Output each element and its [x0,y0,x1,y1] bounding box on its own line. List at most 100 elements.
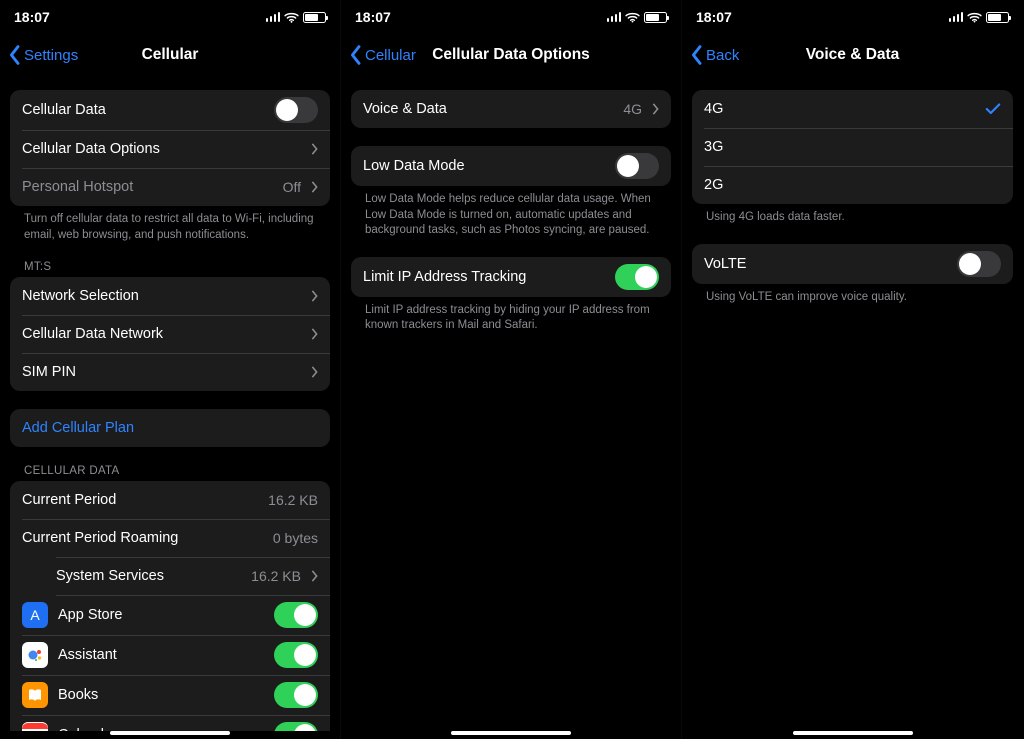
add-cellular-plan-button[interactable]: Add Cellular Plan [10,409,330,447]
chevron-right-icon [311,290,318,302]
label: 2G [704,177,1001,193]
nav-bar: Back Voice & Data [682,34,1023,76]
screenshot-cellular: 18:07 Settings Cellular Cellular Data [0,0,341,739]
status-bar: 18:07 [341,0,681,34]
chevron-right-icon [311,366,318,378]
footer-note: Turn off cellular data to restrict all d… [10,206,330,243]
chevron-right-icon [311,328,318,340]
row-app-calendar[interactable]: Calendar [10,715,330,731]
label: SIM PIN [22,364,301,380]
label: Current Period Roaming [22,530,263,546]
row-roaming[interactable]: Current Period Roaming 0 bytes [10,519,330,557]
row-personal-hotspot[interactable]: Personal Hotspot Off [10,168,330,206]
back-button[interactable]: Cellular [347,43,416,67]
row-limit-ip-tracking[interactable]: Limit IP Address Tracking [351,257,671,297]
toggle-books[interactable] [274,682,318,708]
books-icon [22,682,48,708]
row-app-assistant[interactable]: Assistant [10,635,330,675]
assistant-icon [22,642,48,668]
group-limit-ip: Limit IP Address Tracking [351,257,671,297]
status-right [266,12,327,23]
row-cellular-data-network[interactable]: Cellular Data Network [10,315,330,353]
label: Current Period [22,492,258,508]
group-low-data-mode: Low Data Mode [351,146,671,186]
group-cellular-main: Cellular Data Cellular Data Options Pers… [10,90,330,206]
screenshot-data-options: 18:07 Cellular Cellular Data Options Voi… [341,0,682,739]
row-app-books[interactable]: Books [10,675,330,715]
label: Low Data Mode [363,158,605,174]
row-4g[interactable]: 4G [692,90,1013,128]
calendar-icon [22,722,48,731]
group-data-usage: Current Period 16.2 KB Current Period Ro… [10,481,330,731]
chevron-right-icon [311,181,318,193]
chevron-right-icon [311,143,318,155]
row-low-data-mode[interactable]: Low Data Mode [351,146,671,186]
status-bar: 18:07 [0,0,340,34]
value: Off [283,179,301,195]
battery-icon [986,12,1009,23]
nav-bar: Settings Cellular [0,34,340,76]
scroll-content[interactable]: Cellular Data Cellular Data Options Pers… [0,76,340,731]
header-cellular-data: CELLULAR DATA [10,447,330,481]
label: Cellular Data [22,102,264,118]
row-voice-and-data[interactable]: Voice & Data 4G [351,90,671,128]
appstore-icon: A [22,602,48,628]
home-indicator[interactable] [451,731,571,735]
toggle-assistant[interactable] [274,642,318,668]
toggle-low-data-mode[interactable] [615,153,659,179]
label: 3G [704,139,1001,155]
home-indicator[interactable] [793,731,913,735]
value: 16.2 KB [251,568,301,584]
toggle-appstore[interactable] [274,602,318,628]
label: Voice & Data [363,101,613,117]
back-button[interactable]: Back [688,43,739,67]
row-3g[interactable]: 3G [692,128,1013,166]
row-sim-pin[interactable]: SIM PIN [10,353,330,391]
back-label: Cellular [365,47,416,64]
back-label: Back [706,47,739,64]
wifi-icon [625,12,640,23]
group-volte: VoLTE [692,244,1013,284]
cell-signal-icon [607,12,622,22]
footer-note: Low Data Mode helps reduce cellular data… [351,186,671,239]
status-bar: 18:07 [682,0,1023,34]
row-cellular-data[interactable]: Cellular Data [10,90,330,130]
value: 0 bytes [273,530,318,546]
label: Cellular Data Network [22,326,301,342]
battery-icon [303,12,326,23]
label: Add Cellular Plan [22,420,318,436]
row-network-selection[interactable]: Network Selection [10,277,330,315]
toggle-limit-ip[interactable] [615,264,659,290]
home-indicator[interactable] [110,731,230,735]
label: Network Selection [22,288,301,304]
row-volte[interactable]: VoLTE [692,244,1013,284]
battery-icon [644,12,667,23]
row-2g[interactable]: 2G [692,166,1013,204]
label: System Services [56,568,241,584]
toggle-cellular-data[interactable] [274,97,318,123]
row-cellular-data-options[interactable]: Cellular Data Options [10,130,330,168]
row-current-period[interactable]: Current Period 16.2 KB [10,481,330,519]
chevron-right-icon [311,570,318,582]
checkmark-icon [985,102,1001,116]
group-voice-data: Voice & Data 4G [351,90,671,128]
chevron-left-icon [688,43,706,67]
status-time: 18:07 [696,9,732,25]
back-button[interactable]: Settings [6,43,78,67]
label: 4G [704,101,975,117]
nav-bar: Cellular Cellular Data Options [341,34,681,76]
toggle-volte[interactable] [957,251,1001,277]
screenshot-voice-and-data: 18:07 Back Voice & Data 4G 3G [682,0,1023,739]
status-right [607,12,668,23]
status-time: 18:07 [14,9,50,25]
label: Limit IP Address Tracking [363,269,605,285]
footer-note: Using VoLTE can improve voice quality. [692,284,1013,306]
back-label: Settings [24,47,78,64]
scroll-content[interactable]: 4G 3G 2G Using 4G loads data faster. VoL… [682,76,1023,305]
scroll-content[interactable]: Voice & Data 4G Low Data Mode Low Data M… [341,76,681,334]
row-system-services[interactable]: System Services 16.2 KB [10,557,330,595]
wifi-icon [967,12,982,23]
row-app-appstore[interactable]: A App Store [10,595,330,635]
label: Assistant [58,647,264,663]
toggle-calendar[interactable] [274,722,318,731]
